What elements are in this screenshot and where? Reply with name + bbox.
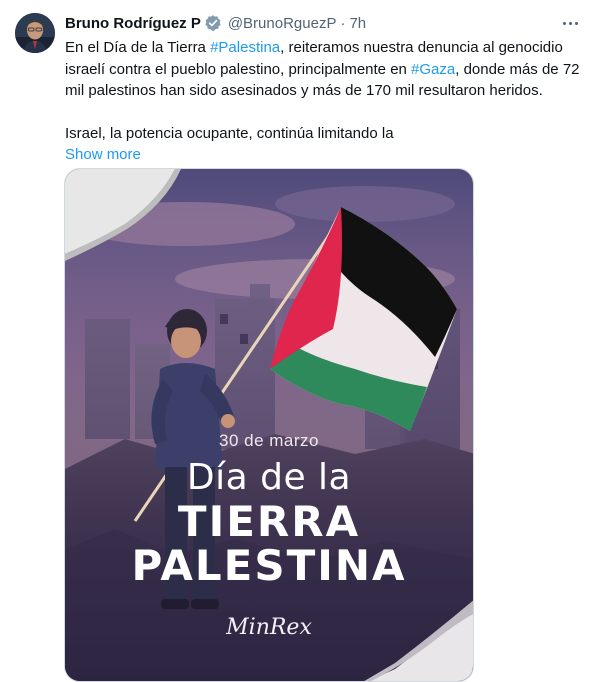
poster-title-line2: TIERRA — [177, 497, 361, 546]
poster-date: 30 de marzo — [219, 431, 319, 450]
author-name[interactable]: Bruno Rodríguez P — [65, 15, 201, 32]
show-more-link[interactable]: Show more — [65, 144, 141, 166]
timestamp[interactable]: 7h — [349, 15, 366, 32]
hashtag-palestina[interactable]: #Palestina — [210, 39, 280, 56]
hashtag-gaza[interactable]: #Gaza — [411, 61, 455, 78]
tweet[interactable]: Bruno Rodríguez P @BrunoRguezP · 7h En e… — [0, 0, 597, 682]
tweet-paragraph-1: En el Día de la Tierra #Palestina, reite… — [65, 37, 585, 102]
verified-badge-icon[interactable] — [204, 14, 222, 32]
poster-title-line1: Día de la — [186, 457, 352, 498]
tweet-paragraph-2: Israel, la potencia ocupante, continúa l… — [65, 124, 394, 142]
tweet-header: Bruno Rodríguez P @BrunoRguezP · 7h — [65, 12, 366, 34]
more-dots-icon[interactable] — [559, 14, 581, 32]
tweet-text: En el Día de la Tierra #Palestina, reite… — [65, 37, 585, 166]
author-handle[interactable]: @BrunoRguezP — [228, 15, 337, 32]
poster-title-line3: PALESTINA — [131, 541, 407, 590]
tweet-text-segment: En el Día de la Tierra — [65, 39, 211, 56]
separator: · — [340, 14, 346, 32]
avatar[interactable] — [15, 13, 55, 53]
poster-signature: MinRex — [226, 615, 312, 640]
tweet-media-image[interactable]: 30 de marzo Día de la TIERRA PALESTINA M… — [64, 168, 474, 682]
